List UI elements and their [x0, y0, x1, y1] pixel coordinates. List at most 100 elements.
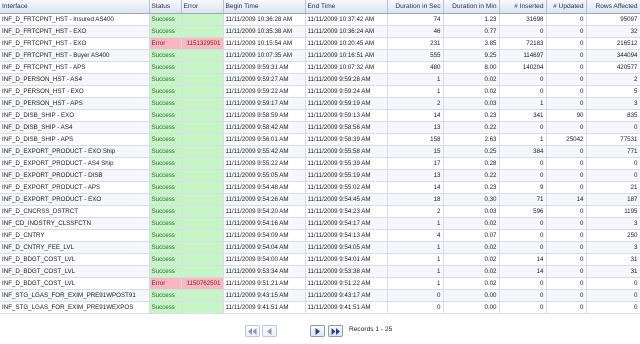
cell-inserted: 114697: [499, 49, 547, 62]
cell-end: 11/11/2009 9:54:45 AM: [305, 193, 388, 206]
next-page-button[interactable]: [310, 325, 325, 337]
cell-dur-min: 0.02: [443, 73, 500, 86]
table-row[interactable]: INF_D_PERSON_HST - APS Success 11/11/2009 …: [0, 97, 640, 110]
cell-dur-sec: 13: [387, 169, 444, 182]
cell-end: 11/11/2009 10:20:45 AM: [305, 37, 388, 50]
column-header-dur-sec[interactable]: Duration in Sec: [387, 0, 444, 14]
cell-dur-sec: 18: [387, 193, 444, 206]
table-row[interactable]: INF_D_FRTCPNT_HST - EXO Error 1151329501 11…: [0, 37, 640, 50]
table-row[interactable]: INF_D_DISB_SHIP - EXO Success 11/11/2009 9…: [0, 109, 640, 122]
table-row[interactable]: INF_D_EXPORT_PRODUCT - AS4 Ship Success 11…: [0, 157, 640, 170]
table-row[interactable]: INF_D_EXPORT_PRODUCT - APS Success 11/11/2…: [0, 181, 640, 194]
cell-interface: INF_D_EXPORT_PRODUCT - EXO Ship: [0, 145, 150, 158]
cell-dur-sec: 1: [387, 265, 444, 278]
cell-rows: 2: [586, 73, 640, 86]
cell-status: Success: [149, 109, 182, 122]
first-page-button[interactable]: [245, 325, 260, 337]
cell-error: [181, 253, 224, 266]
cell-rows: 77531: [586, 133, 640, 146]
cell-rows: 0: [586, 277, 640, 290]
cell-dur-sec: 1: [387, 217, 444, 230]
table-row[interactable]: INF_D_CNTRY_FEE_LVL Success 11/11/2009 9:5…: [0, 241, 640, 254]
table-row[interactable]: INF_D_CNTRY Success 11/11/2009 9:54:09 AM 1…: [0, 229, 640, 242]
cell-status: Success: [149, 289, 182, 302]
cell-end: 11/11/2009 9:55:58 AM: [305, 145, 388, 158]
table-row[interactable]: INF_D_BDGT_COST_LVL Success 11/11/2009 9:5…: [0, 265, 640, 278]
cell-status: Success: [149, 217, 182, 230]
cell-begin: 11/11/2009 9:54:20 AM: [223, 205, 306, 218]
cell-end: 11/11/2009 9:54:23 AM: [305, 205, 388, 218]
cell-interface: INF_D_BDGT_COST_LVL: [0, 265, 150, 278]
cell-interface: INF_STG_LGAS_FOR_EXIM_PRE91WPOST91: [0, 289, 150, 302]
cell-interface: INF_D_BDGT_COST_LVL: [0, 277, 150, 290]
double-chevron-right-icon: [331, 327, 340, 335]
table-row[interactable]: INF_D_PERSON_HST - EXO Success 11/11/2009 …: [0, 85, 640, 98]
cell-status: Success: [149, 169, 182, 182]
cell-inserted: 140204: [499, 61, 547, 74]
cell-inserted: 0: [499, 25, 547, 38]
table-row[interactable]: INF_STG_LGAS_FOR_EXIM_PRE91WEXPOS Success…: [0, 301, 640, 314]
cell-dur-sec: 74: [387, 13, 444, 26]
column-header-interface[interactable]: Interface: [0, 0, 150, 14]
cell-end: 11/11/2009 9:58:39 AM: [305, 133, 388, 146]
cell-status: Success: [149, 61, 182, 74]
cell-dur-min: 0.28: [443, 157, 500, 170]
table-row[interactable]: INF_D_DISB_SHIP - AS4 Success 11/11/2009 9…: [0, 121, 640, 134]
table-row[interactable]: INF_STG_LGAS_FOR_EXIM_PRE91WPOST91 Succes…: [0, 289, 640, 302]
cell-status: Error: [149, 37, 182, 50]
cell-status: Success: [149, 85, 182, 98]
cell-interface: INF_D_BDGT_COST_LVL: [0, 253, 150, 266]
cell-end: 11/11/2009 9:51:22 AM: [305, 277, 388, 290]
table-row[interactable]: INF_D_BDGT_COST_LVL Success 11/11/2009 9:5…: [0, 253, 640, 266]
table-row[interactable]: INF_D_EXPORT_PRODUCT - DISB Success 11/11/…: [0, 169, 640, 182]
cell-dur-min: 0.22: [443, 169, 500, 182]
table-row[interactable]: INF_D_PERSON_HST - AS4 Success 11/11/2009 …: [0, 73, 640, 86]
cell-dur-sec: 14: [387, 109, 444, 122]
last-page-button[interactable]: [328, 325, 343, 337]
cell-interface: INF_D_PERSON_HST - EXO: [0, 85, 150, 98]
cell-status: Success: [149, 13, 182, 26]
table-row[interactable]: INF_D_DISB_SHIP - APS Success 11/11/2009 9…: [0, 133, 640, 146]
table-row[interactable]: INF_D_FRTCPNT_HST - Insured AS400 Success…: [0, 13, 640, 26]
column-header-status[interactable]: Status: [149, 0, 182, 14]
cell-rows: 95097: [586, 13, 640, 26]
cell-updated: 90: [546, 109, 587, 122]
cell-inserted: 0: [499, 241, 547, 254]
column-header-end[interactable]: End Time: [305, 0, 388, 14]
column-header-rows[interactable]: Rows Affected: [586, 0, 640, 14]
cell-dur-sec: 1: [387, 277, 444, 290]
table-row[interactable]: INF_CD_INDSTRY_CLSSFCTN Success 11/11/2009…: [0, 217, 640, 230]
cell-inserted: 0: [499, 85, 547, 98]
table-row[interactable]: INF_D_FRTCPNT_HST - Buyer AS400 Success 11…: [0, 49, 640, 62]
table-row[interactable]: INF_D_EXPORT_PRODUCT - EXO Success 11/11/2…: [0, 193, 640, 206]
prev-page-button[interactable]: [262, 325, 277, 337]
cell-error: [181, 193, 224, 206]
cell-error: [181, 205, 224, 218]
cell-begin: 11/11/2009 10:07:35 AM: [223, 49, 306, 62]
column-header-begin[interactable]: Begin Time: [223, 0, 306, 14]
table-row[interactable]: INF_D_EXPORT_PRODUCT - EXO Ship Success 11…: [0, 145, 640, 158]
cell-inserted: 0: [499, 121, 547, 134]
column-header-dur-min[interactable]: Duration in Min: [443, 0, 500, 14]
cell-inserted: 72183: [499, 37, 547, 50]
column-header-inserted[interactable]: # Inserted: [499, 0, 547, 14]
cell-error: [181, 157, 224, 170]
cell-dur-sec: 1: [387, 73, 444, 86]
table-row[interactable]: INF_D_CNCRSS_DSTRCT Success 11/11/2009 9:5…: [0, 205, 640, 218]
cell-dur-min: 0.23: [443, 181, 500, 194]
results-table: Interface Status Error Begin Time End Time Du…: [0, 0, 640, 314]
cell-end: 11/11/2009 9:43:17 AM: [305, 289, 388, 302]
cell-interface: INF_CD_INDSTRY_CLSSFCTN: [0, 217, 150, 230]
cell-updated: 0: [546, 97, 587, 110]
cell-updated: 0: [546, 277, 587, 290]
column-header-error[interactable]: Error: [181, 0, 224, 14]
column-header-updated[interactable]: # Updated: [546, 0, 587, 14]
cell-status: Success: [149, 301, 182, 314]
cell-begin: 11/11/2009 9:54:04 AM: [223, 241, 306, 254]
table-row[interactable]: INF_D_BDGT_COST_LVL Error 1150762501 11/11/…: [0, 277, 640, 290]
table-row[interactable]: INF_D_FRTCPNT_HST - APS Success 11/11/2009…: [0, 61, 640, 74]
table-row[interactable]: INF_D_FRTCPNT_HST - EXO Success 11/11/2009…: [0, 25, 640, 38]
cell-dur-min: 0.77: [443, 25, 500, 38]
cell-error: [181, 301, 224, 314]
cell-rows: 187: [586, 193, 640, 206]
